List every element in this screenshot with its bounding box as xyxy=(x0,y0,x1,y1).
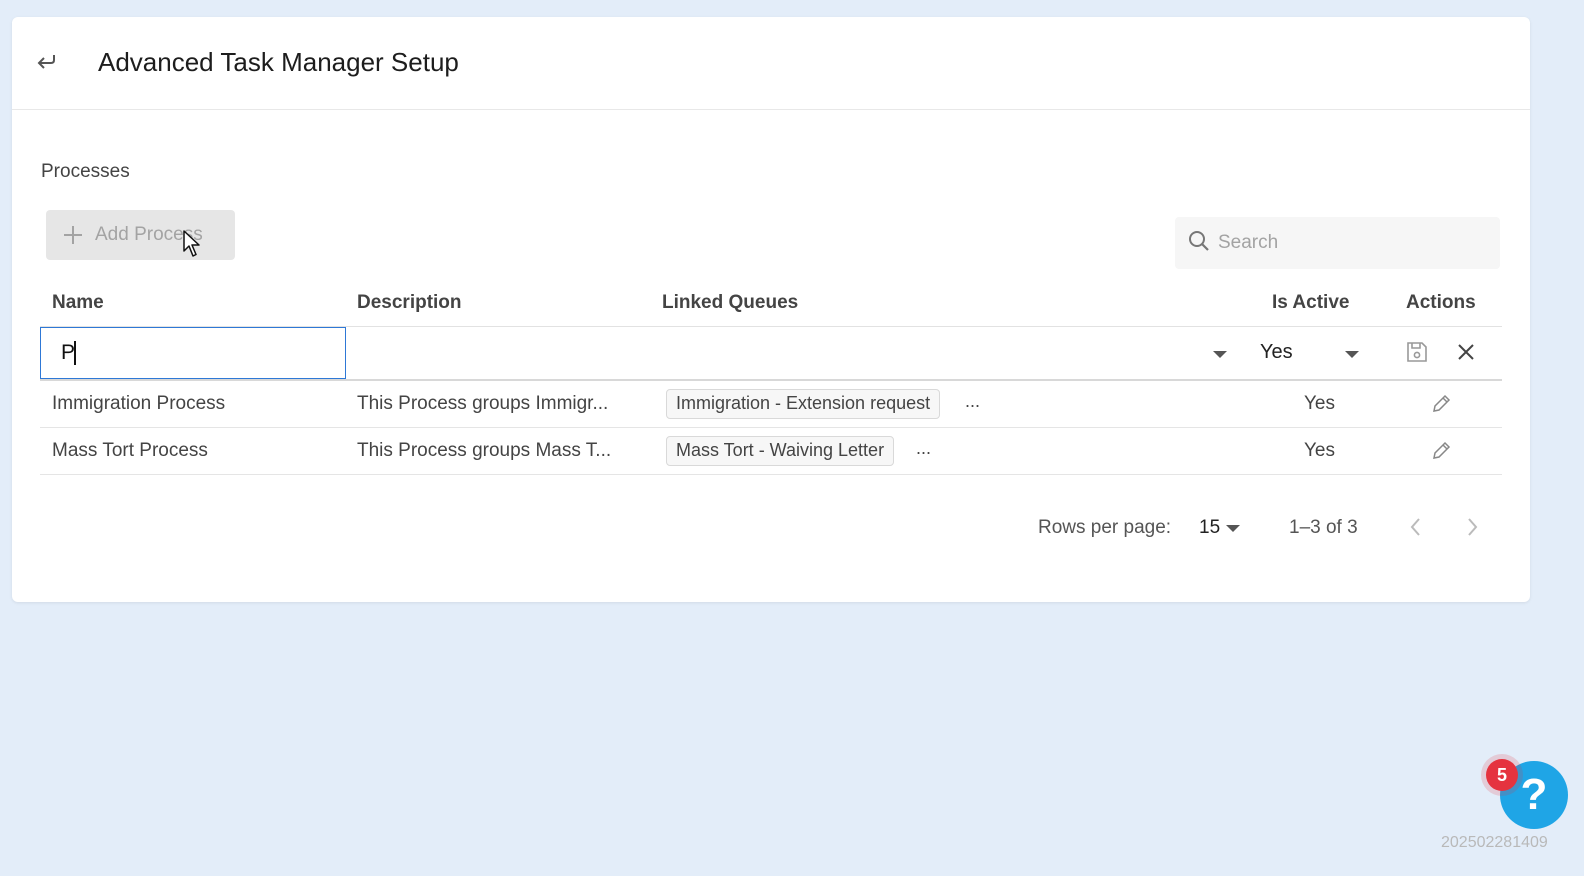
new-process-edit-row: Yes xyxy=(40,327,1502,381)
is-active-value: Yes xyxy=(1304,440,1335,461)
plus-icon xyxy=(63,225,83,245)
column-header-name[interactable]: Name xyxy=(52,292,104,314)
process-name: Immigration Process xyxy=(52,393,226,414)
rows-per-page-label: Rows per page: xyxy=(1038,517,1172,538)
page-header: Advanced Task Manager Setup xyxy=(12,17,1530,110)
rows-per-page-dropdown-icon[interactable] xyxy=(1226,525,1240,532)
table-row[interactable]: Immigration Process This Process groups … xyxy=(40,381,1502,428)
column-header-is-active[interactable]: Is Active xyxy=(1272,292,1349,314)
more-queues-indicator[interactable]: ... xyxy=(916,438,931,459)
is-active-dropdown-icon[interactable] xyxy=(1345,351,1359,358)
save-icon[interactable] xyxy=(1405,339,1429,365)
is-active-select[interactable]: Yes xyxy=(1260,341,1293,364)
search-input[interactable] xyxy=(1218,232,1478,254)
process-name: Mass Tort Process xyxy=(52,440,208,461)
help-widget[interactable]: ? 5 xyxy=(1486,759,1568,829)
table-header: Name Description Linked Queues Is Active… xyxy=(40,287,1502,327)
build-version-label: 202502281409 xyxy=(1441,834,1548,851)
cancel-icon[interactable] xyxy=(1454,339,1478,365)
section-title: Processes xyxy=(41,161,130,182)
edit-pencil-icon[interactable] xyxy=(1430,440,1452,462)
notification-badge: 5 xyxy=(1486,759,1518,791)
setup-card: Advanced Task Manager Setup Processes Ad… xyxy=(12,17,1530,602)
process-description: This Process groups Immigr... xyxy=(357,393,609,414)
next-page-icon[interactable] xyxy=(1464,516,1480,543)
search-icon xyxy=(1188,230,1210,257)
table-row[interactable]: Mass Tort Process This Process groups Ma… xyxy=(40,428,1502,475)
column-header-linked-queues[interactable]: Linked Queues xyxy=(662,292,798,314)
page-title: Advanced Task Manager Setup xyxy=(98,47,459,77)
previous-page-icon[interactable] xyxy=(1408,516,1424,543)
pagination-range: 1–3 of 3 xyxy=(1289,517,1358,538)
mouse-pointer-icon xyxy=(182,229,202,264)
linked-queue-chip[interactable]: Immigration - Extension request xyxy=(666,389,941,419)
process-description: This Process groups Mass T... xyxy=(357,440,612,461)
linked-queues-dropdown-icon[interactable] xyxy=(1213,351,1227,358)
search-box xyxy=(1175,217,1500,269)
back-arrow-icon[interactable] xyxy=(32,47,60,75)
column-header-description[interactable]: Description xyxy=(357,292,462,314)
more-queues-indicator[interactable]: ... xyxy=(965,391,980,412)
text-caret xyxy=(74,341,76,365)
linked-queue-chip[interactable]: Mass Tort - Waiving Letter xyxy=(666,436,895,466)
is-active-value: Yes xyxy=(1304,393,1335,414)
process-name-input[interactable] xyxy=(40,327,346,379)
column-header-actions: Actions xyxy=(1406,292,1476,313)
edit-pencil-icon[interactable] xyxy=(1430,393,1452,415)
rows-per-page-select[interactable]: 15 xyxy=(1199,517,1220,539)
add-process-button[interactable]: Add Process xyxy=(46,210,235,260)
